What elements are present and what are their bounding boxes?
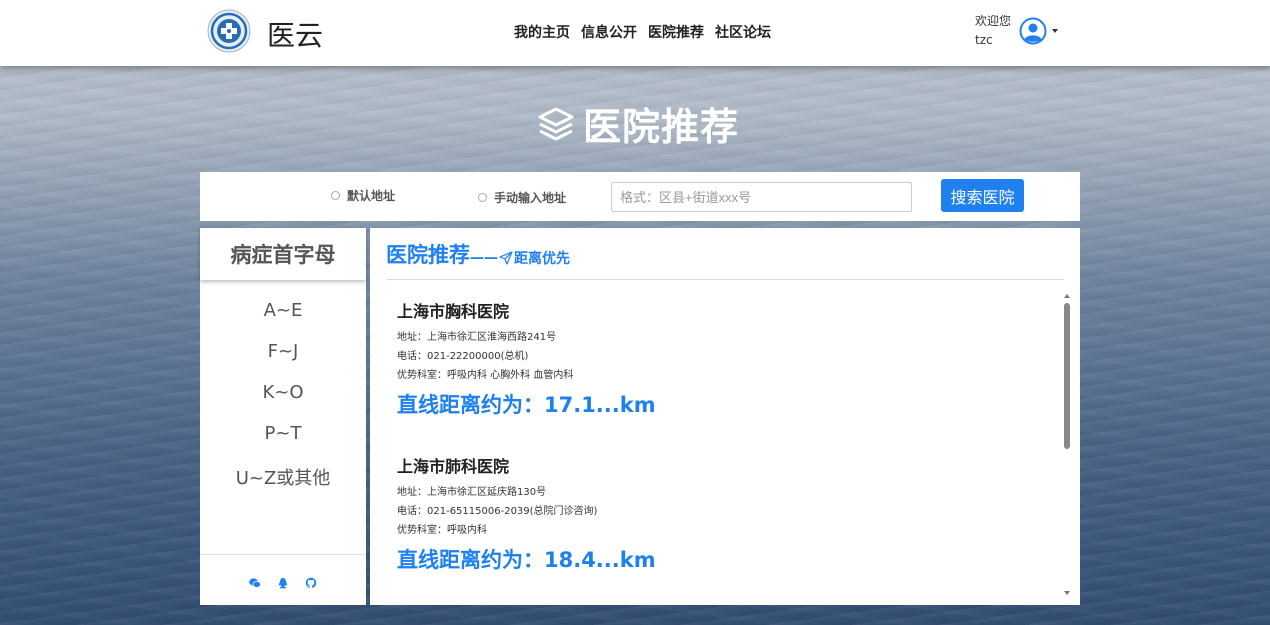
scroll-up-arrow-icon[interactable] (1064, 294, 1070, 298)
hospital-phone: 电话：021-65115006-2039(总院门诊咨询) (397, 506, 598, 517)
sort-label: —— 距离优先 (470, 248, 570, 268)
hospital-name[interactable]: 上海市胸科医院 (397, 298, 1037, 322)
hospital-address: 地址：上海市徐汇区淮海西路241号 (397, 332, 557, 343)
sidebar-title: 病症首字母 (200, 228, 366, 280)
panel-heading: 医院推荐 —— 距离优先 (386, 239, 570, 269)
radio-manual-address[interactable]: 手动输入地址 (478, 189, 566, 206)
letter-list: A~E F~J K~O P~T U~Z或其他 (200, 300, 366, 505)
sort-prefix: —— (470, 250, 498, 266)
layers-icon (538, 107, 574, 140)
nav-community-forum[interactable]: 社区论坛 (715, 22, 771, 42)
page-hero: 医院推荐 (537, 96, 739, 151)
paper-plane-icon (499, 251, 513, 265)
letter-group-a-e[interactable]: A~E (200, 300, 366, 341)
panel-title: 医院推荐 (386, 243, 470, 267)
top-navbar: 医云 我的主页 信息公开 医院推荐 社区论坛 欢迎您 tzc (0, 0, 1270, 66)
hospital-name[interactable]: 上海市肺科医院 (397, 453, 1037, 477)
hospital-address: 地址：上海市徐汇区延庆路130号 (397, 487, 547, 498)
welcome-label: 欢迎您 (975, 14, 1012, 28)
hospital-departments: 优势科室：呼吸内科 (397, 525, 487, 536)
divider (386, 279, 1064, 280)
qq-icon[interactable] (277, 574, 289, 589)
brand-name[interactable]: 医云 (267, 14, 323, 54)
radio-circle-icon[interactable] (331, 191, 340, 200)
user-circle-icon[interactable] (1019, 17, 1047, 45)
hospital-card[interactable]: 上海市肺科医院 地址：上海市徐汇区延庆路130号 电话：021-65115006… (397, 453, 1037, 574)
radio-circle-icon[interactable] (478, 193, 487, 202)
radio-default-address[interactable]: 默认地址 (331, 187, 395, 204)
scroll-down-arrow-icon[interactable] (1064, 591, 1070, 595)
nav-my-home[interactable]: 我的主页 (514, 22, 570, 42)
nav-hospital-recommend[interactable]: 医院推荐 (648, 22, 704, 42)
username: tzc (975, 33, 993, 47)
radio-manual-label: 手动输入地址 (494, 191, 567, 205)
radio-default-label: 默认地址 (347, 189, 396, 203)
medical-cross-logo[interactable] (207, 9, 251, 53)
letter-group-u-z[interactable]: U~Z或其他 (200, 464, 366, 505)
hospital-distance: 直线距离约为：17.1...km (397, 393, 656, 417)
hospital-departments: 优势科室：呼吸内科 心胸外科 血管内科 (397, 370, 574, 381)
github-icon[interactable] (305, 574, 317, 588)
wechat-icon[interactable] (249, 574, 261, 588)
recommend-panel: 医院推荐 —— 距离优先 上海市胸科医院 地址：上海市徐汇区淮海西路241号 电… (370, 228, 1080, 605)
social-links (200, 554, 366, 605)
nav-info-public[interactable]: 信息公开 (581, 22, 637, 42)
letter-group-f-j[interactable]: F~J (200, 341, 366, 382)
hospital-list: 上海市胸科医院 地址：上海市徐汇区淮海西路241号 电话：021-2220000… (397, 298, 1037, 605)
hospital-phone: 电话：021-22200000(总机) (397, 351, 529, 362)
letter-group-k-o[interactable]: K~O (200, 382, 366, 423)
hospital-card[interactable]: 上海市胸科医院 地址：上海市徐汇区淮海西路241号 电话：021-2220000… (397, 298, 1037, 419)
welcome-text: 欢迎您 tzc (975, 12, 1011, 50)
page-title: 医院推荐 (583, 105, 740, 149)
chevron-down-icon[interactable] (1052, 29, 1058, 33)
letter-group-p-t[interactable]: P~T (200, 423, 366, 464)
search-hospital-button[interactable]: 搜索医院 (941, 179, 1024, 212)
address-input[interactable] (611, 182, 912, 212)
sort-mode: 距离优先 (514, 251, 570, 267)
main-nav: 我的主页 信息公开 医院推荐 社区论坛 (514, 22, 771, 42)
symptom-sidebar: 病症首字母 A~E F~J K~O P~T U~Z或其他 (200, 228, 366, 605)
scrollbar-thumb[interactable] (1064, 303, 1070, 449)
hospital-distance: 直线距离约为：18.4...km (397, 548, 656, 572)
